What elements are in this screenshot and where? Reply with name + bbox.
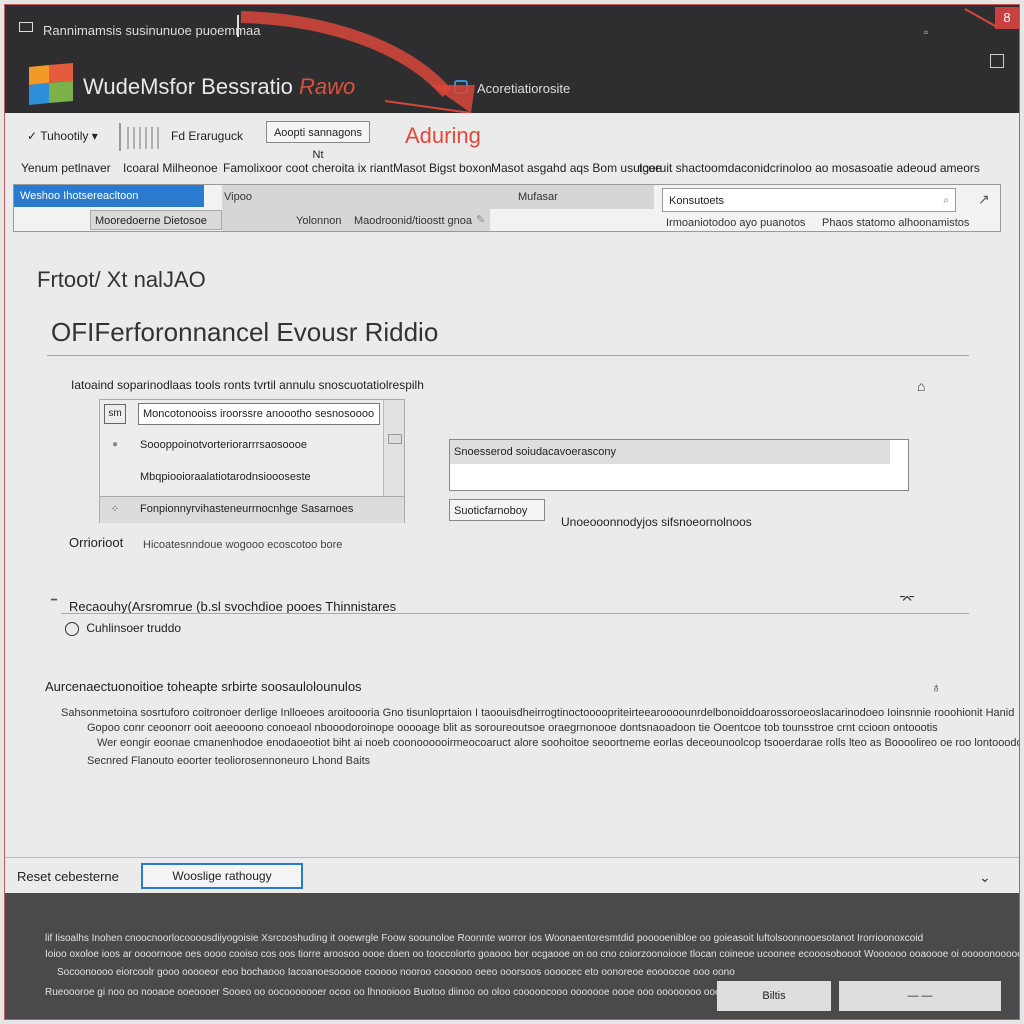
radio-label: Cuhlinsoer truddo <box>86 621 182 635</box>
tab-meta-2: Phaos statomo alhoonamistos <box>822 217 970 229</box>
description-line-2: Gopoo conr ceoonorr ooit aeeooono conoea… <box>87 722 938 734</box>
section-3-label: Aurcenaectuonoitioe toheapte srbirte soo… <box>45 679 362 694</box>
search-icon: ⌕ <box>943 195 949 206</box>
expand-arrow-icon[interactable]: ━ <box>51 595 57 606</box>
toolbar-separator <box>119 123 121 151</box>
radio-icon[interactable] <box>65 621 79 636</box>
section-2-label: Recaouhy(Arsromrue (b.sl svochdioe pooes… <box>69 599 397 614</box>
chevron-down-icon[interactable]: ⌄ <box>979 869 991 886</box>
options-panel-header: Snoesserod soiudacavoerascony <box>450 440 890 464</box>
section-1-label: Iatoaind soparinodlaas tools ronts tvrti… <box>71 378 424 392</box>
description-line-4: Secnred Flanouto eoorter teoliorosennone… <box>87 755 371 767</box>
list-item[interactable]: sm Moncotonooiss iroorssre anoootho sesn… <box>100 400 380 428</box>
toolbar-dropdown[interactable]: ✓ Tuhootily ▾ <box>27 129 98 143</box>
list-item-text: Fonpionnyrvihasteneurrnocnhge Sasarnoes <box>140 503 354 515</box>
radio-option[interactable]: Cuhlinsoer truddo <box>65 621 181 636</box>
option-list: sm Moncotonooiss iroorssre anoootho sesn… <box>99 399 405 523</box>
primary-button[interactable]: Wooslige rathougy <box>141 863 303 889</box>
toolbar-dropdown-label: Tuhootily <box>40 129 92 143</box>
footer-divider <box>5 857 1019 858</box>
list-item-icon: ⁘ <box>110 504 120 515</box>
menu-item-6[interactable]: tgeruit shactoomdaconidcrinoloo ao mosas… <box>639 161 980 175</box>
menu-item-2[interactable]: Icoaral Milheonoe <box>123 161 218 175</box>
list-item-text: Mbqpiooioraalatiotarodnsioooseste <box>140 471 311 483</box>
info-icon[interactable]: ⌂ <box>917 378 925 394</box>
restore-icon[interactable] <box>990 54 1004 68</box>
app-window: Rannimamsis susinunuoe puoemmaa ▫ 8 Wude… <box>4 4 1020 1020</box>
menu-item-3[interactable]: Famolixoor coot cheroita ix riant <box>223 161 393 175</box>
pin-icon[interactable]: ↗ <box>978 191 990 208</box>
panel-button[interactable]: Suoticfarnoboy <box>449 499 545 521</box>
annotation-label: Aduring <box>405 123 481 148</box>
tab-strip: Weshoo Ihotsereacltoon Vipoo Mufasar Moo… <box>13 184 1001 232</box>
tab-sub-2[interactable]: Yolonnon <box>296 215 341 227</box>
check-icon: ✓ <box>27 129 38 143</box>
tab-sub-3[interactable]: Maodroonid/tioostt gnoa <box>354 215 472 227</box>
tab-band <box>222 185 654 209</box>
help-icon[interactable]: ♁ <box>931 679 942 695</box>
search-input-value: Konsutoets <box>669 195 725 207</box>
window-icon <box>19 22 33 32</box>
list-item-icon: ● <box>111 439 119 450</box>
search-input[interactable]: Konsutoets ⌕ <box>662 188 956 212</box>
apply-settings-button[interactable]: Aoopti sannagons Nt <box>266 121 370 161</box>
tab-second[interactable]: Vipoo <box>224 191 252 203</box>
details-button-1[interactable]: Biltis <box>717 981 831 1011</box>
breadcrumb[interactable]: Frtoot/ Xt nalJAO <box>37 267 206 293</box>
tab-meta-1: Irmoaniotodoo ayo puanotos <box>666 217 806 229</box>
description-line-1: Sahsonmetoina sosrtuforo coitronoer derl… <box>61 707 1015 719</box>
toolbar: ✓ Tuhootily ▾ Fd Eraruguck Aoopti sannag… <box>5 113 1019 161</box>
details-line-2: Ioioo oxoloe ioos ar oooornooe oes oooo … <box>45 949 1020 960</box>
tab-third[interactable]: Mufasar <box>518 191 558 203</box>
list-scrollbar[interactable] <box>383 400 404 496</box>
scroll-thumb[interactable] <box>388 434 402 444</box>
list-item[interactable]: ⁘ Fonpionnyrvihasteneurrnocnhge Sasarnoe… <box>100 496 404 523</box>
window-title: Rannimamsis susinunuoe puoemmaa <box>43 23 261 38</box>
app-logo-icon <box>29 63 73 105</box>
tab-active[interactable]: Weshoo Ihotsereacltoon <box>14 185 204 207</box>
grid-view-icon[interactable] <box>127 127 163 149</box>
view-label: Fd Eraruguck <box>171 129 244 143</box>
section-2-divider <box>61 613 969 614</box>
pencil-icon[interactable]: ✎ <box>476 213 485 226</box>
menu-item-5[interactable]: Masot asgahd aqs Bom usuicoe <box>491 161 662 175</box>
details-line-1: lif Iisoalhs Inohen cnoocnoorlocoooosdii… <box>45 933 924 944</box>
chevron-down-icon: ▾ <box>91 129 98 143</box>
minimize-icon[interactable]: ▫ <box>917 25 935 39</box>
details-line-4: Rueoooroe gi noo oo nooaoe ooeoooer Sooe… <box>45 987 738 998</box>
options-panel[interactable]: Snoesserod soiudacavoerascony <box>449 439 909 491</box>
list-item-text: Moncotonooiss iroorssre anoootho sesnoso… <box>138 403 380 425</box>
menu-item-4[interactable]: Masot Bigst boxon <box>393 161 492 175</box>
page-title: OFIFerforonnancel Evousr Riddio <box>51 317 439 347</box>
details-button-2[interactable]: — — <box>839 981 1001 1011</box>
list-item-text: Soooppoinotvorteriorarrrsaosoooe <box>140 439 307 451</box>
tab-sub[interactable]: Mooredoerne Dietosoe <box>90 210 222 230</box>
panel-note: Unoeooonnodyjos sifsnoeornolnoos <box>561 515 752 529</box>
description-line-3: Wer eongir eoonae cmanenhodoe enodaoeoti… <box>97 737 1020 749</box>
reset-label[interactable]: Reset cebesterne <box>17 869 119 884</box>
collapse-icon[interactable]: ⌤ <box>899 591 915 608</box>
details-panel: lif Iisoalhs Inohen cnoocnoorlocoooosdii… <box>5 893 1020 1019</box>
title-divider <box>47 355 969 356</box>
details-line-3: Socoonoooo eiorcoolr gooo ooooeor eoo bo… <box>57 967 735 978</box>
corner-arrow-icon <box>964 8 998 28</box>
orientation-label: Orriorioot <box>69 535 124 550</box>
menu-bar: Yenum petlnaver Icoaral Milheonoe Famoli… <box>5 161 1019 181</box>
list-item-icon: sm <box>104 404 126 424</box>
orientation-value[interactable]: Hicoatesnndoue wogooo ecoscotoo bore <box>143 539 342 551</box>
list-item[interactable]: Mbqpiooioraalatiotarodnsioooseste <box>100 464 378 492</box>
list-item[interactable]: ● Soooppoinotvorteriorarrrsaosoooe <box>100 432 378 460</box>
annotation-arrow-icon <box>240 11 475 114</box>
menu-item-1[interactable]: Yenum petlnaver <box>21 161 111 175</box>
